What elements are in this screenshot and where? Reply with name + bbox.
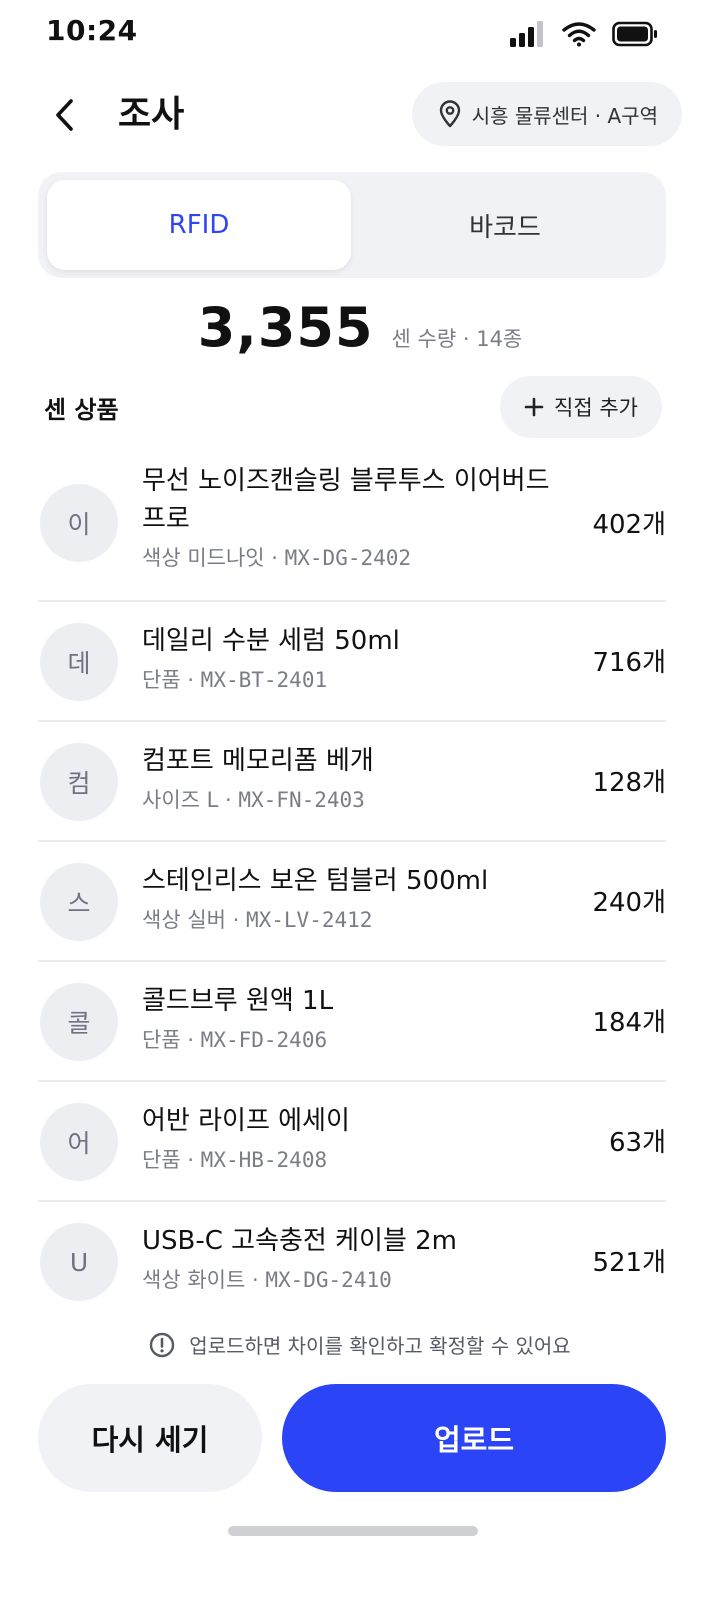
product-info: USB-C 고속충전 케이블 2m 색상 화이트 · MX-DG-2410 (142, 1222, 562, 1298)
product-meta: 사이즈 L · MX-FN-2403 (142, 782, 562, 818)
list-item[interactable]: 이 무선 노이즈캔슬링 블루투스 이어버드 프로 색상 미드나잇 · MX-DG… (38, 448, 666, 602)
product-quantity: 240개 (592, 888, 666, 918)
product-avatar: 콜 (40, 983, 118, 1061)
product-avatar: 데 (40, 623, 118, 701)
header: 조사 시흥 물류센터 · A구역 (0, 80, 720, 150)
chevron-left-icon (56, 99, 73, 131)
signal-icon (510, 21, 543, 47)
count-label: 센 수량 · 14종 (391, 327, 523, 351)
product-info: 컴포트 메모리폼 베개 사이즈 L · MX-FN-2403 (142, 742, 562, 818)
section-header: 센 상품 직접 추가 (0, 376, 720, 440)
back-button[interactable] (40, 90, 90, 140)
product-info: 데일리 수분 세럼 50ml 단품 · MX-BT-2401 (142, 622, 562, 698)
manual-add-button[interactable]: 직접 추가 (500, 376, 662, 438)
product-sku: MX-DG-2410 (265, 1268, 392, 1292)
product-quantity: 402개 (592, 510, 666, 540)
product-option: 단품 · (142, 1148, 201, 1172)
info-icon (150, 1332, 175, 1357)
product-sku: MX-LV-2412 (245, 908, 373, 932)
product-quantity: 184개 (592, 1008, 666, 1038)
product-info: 무선 노이즈캔슬링 블루투스 이어버드 프로 색상 미드나잇 · MX-DG-2… (142, 462, 562, 576)
product-meta: 색상 실버 · MX-LV-2412 (142, 902, 562, 938)
product-name: USB-C 고속충전 케이블 2m (142, 1226, 458, 1256)
product-option: 색상 실버 · (142, 908, 246, 932)
product-info: 어반 라이프 에세이 단품 · MX-HB-2408 (142, 1102, 562, 1178)
product-avatar: U (40, 1223, 118, 1301)
product-name: 컴포트 메모리폼 베개 (142, 746, 374, 776)
product-meta: 색상 미드나잇 · MX-DG-2402 (142, 540, 562, 576)
product-quantity: 521개 (592, 1248, 666, 1278)
location-pin-icon (439, 100, 460, 128)
product-option: 색상 미드나잇 · (142, 546, 285, 570)
battery-icon (612, 21, 657, 47)
product-meta: 단품 · MX-BT-2401 (142, 662, 562, 698)
list-item[interactable]: 데 데일리 수분 세럼 50ml 단품 · MX-BT-2401 716개 (38, 602, 666, 722)
product-name: 스테인리스 보온 텀블러 500ml (142, 866, 489, 896)
bottom-action-panel: 업로드하면 차이를 확인하고 확정할 수 있어요 다시 세기 업로드 (0, 1316, 720, 1600)
status-bar: 10:24 (0, 0, 720, 66)
product-option: 사이즈 L · (142, 788, 239, 812)
plus-icon (524, 397, 544, 417)
status-icons (510, 18, 658, 50)
product-option: 색상 화이트 · (142, 1268, 266, 1292)
product-quantity: 128개 (592, 768, 666, 798)
home-indicator (228, 1526, 478, 1536)
page-title: 조사 (118, 94, 185, 135)
product-sku: MX-HB-2408 (200, 1148, 328, 1172)
tab-rfid[interactable]: RFID (47, 180, 351, 270)
product-avatar: 이 (40, 484, 118, 562)
location-chip[interactable]: 시흥 물류센터 · A구역 (411, 82, 682, 146)
upload-button[interactable]: 업로드 (282, 1384, 666, 1492)
product-name: 무선 노이즈캔슬링 블루투스 이어버드 프로 (142, 466, 550, 534)
manual-add-label: 직접 추가 (554, 396, 638, 420)
upload-notice-text: 업로드하면 차이를 확인하고 확정할 수 있어요 (189, 1334, 571, 1358)
product-quantity: 63개 (608, 1128, 666, 1158)
product-avatar: 어 (40, 1103, 118, 1181)
product-meta: 단품 · MX-HB-2408 (142, 1142, 562, 1178)
list-item[interactable]: U USB-C 고속충전 케이블 2m 색상 화이트 · MX-DG-2410 … (38, 1202, 666, 1322)
product-avatar: 컴 (40, 743, 118, 821)
list-item[interactable]: 컴 컴포트 메모리폼 베개 사이즈 L · MX-FN-2403 128개 (38, 722, 666, 842)
count-summary: 3,355 센 수량 · 14종 (0, 296, 720, 366)
recount-button[interactable]: 다시 세기 (38, 1384, 262, 1492)
product-option: 단품 · (142, 668, 201, 692)
section-title: 센 상품 (44, 396, 119, 424)
status-time: 10:24 (46, 14, 138, 47)
product-sku: MX-FN-2403 (238, 788, 365, 812)
product-option: 단품 · (142, 1028, 201, 1052)
product-meta: 단품 · MX-FD-2406 (142, 1022, 562, 1058)
product-name: 데일리 수분 세럼 50ml (142, 626, 400, 656)
product-name: 어반 라이프 에세이 (142, 1106, 350, 1136)
product-sku: MX-FD-2406 (200, 1028, 328, 1052)
scan-mode-segmented-control: RFID 바코드 (38, 172, 666, 278)
product-sku: MX-BT-2401 (200, 668, 328, 692)
upload-notice: 업로드하면 차이를 확인하고 확정할 수 있어요 (0, 1330, 720, 1359)
product-list: 이 무선 노이즈캔슬링 블루투스 이어버드 프로 색상 미드나잇 · MX-DG… (38, 448, 666, 1322)
total-count: 3,355 (197, 296, 374, 359)
product-info: 콜드브루 원액 1L 단품 · MX-FD-2406 (142, 982, 562, 1058)
location-label: 시흥 물류센터 · A구역 (471, 103, 658, 128)
list-item[interactable]: 콜 콜드브루 원액 1L 단품 · MX-FD-2406 184개 (38, 962, 666, 1082)
product-quantity: 716개 (592, 648, 666, 678)
wifi-icon (562, 22, 596, 47)
tab-barcode[interactable]: 바코드 (353, 180, 657, 270)
product-meta: 색상 화이트 · MX-DG-2410 (142, 1262, 562, 1298)
product-name: 콜드브루 원액 1L (142, 986, 334, 1016)
list-item[interactable]: 어 어반 라이프 에세이 단품 · MX-HB-2408 63개 (38, 1082, 666, 1202)
list-item[interactable]: 스 스테인리스 보온 텀블러 500ml 색상 실버 · MX-LV-2412 … (38, 842, 666, 962)
product-sku: MX-DG-2402 (284, 546, 412, 570)
product-avatar: 스 (40, 863, 118, 941)
product-info: 스테인리스 보온 텀블러 500ml 색상 실버 · MX-LV-2412 (142, 862, 562, 938)
